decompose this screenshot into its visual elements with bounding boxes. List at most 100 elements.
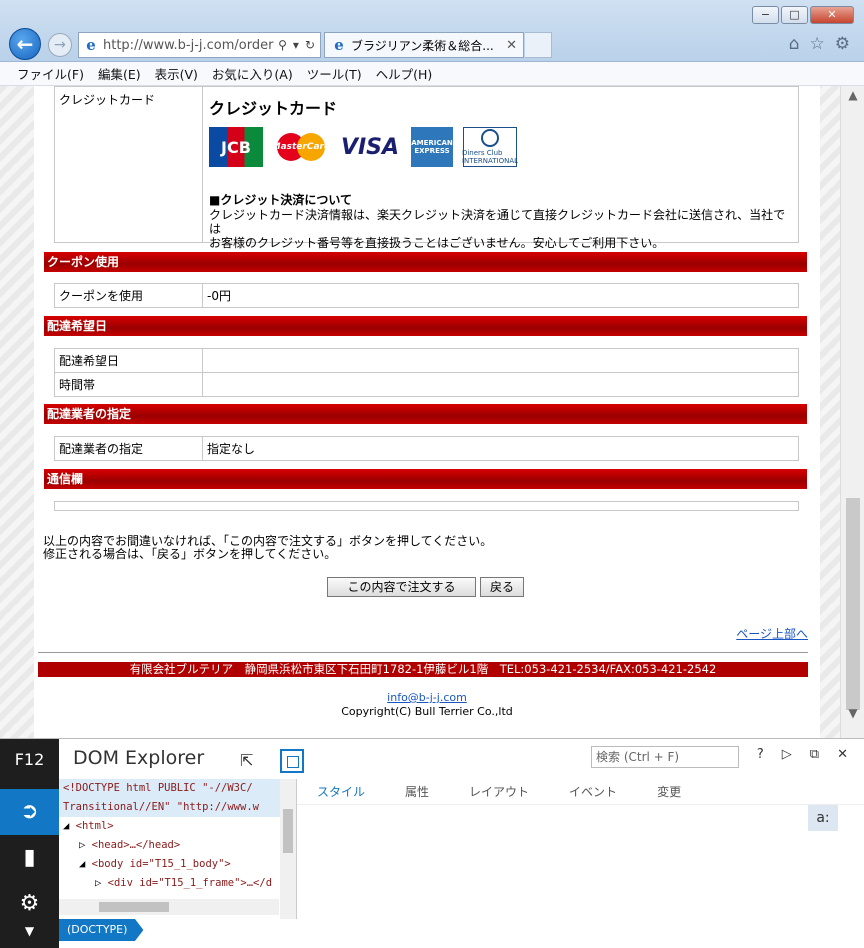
visa-logo: VISA <box>340 134 400 160</box>
dom-explorer-icon[interactable]: ➲ <box>0 789 59 835</box>
delivery-date-section-header: 配達希望日 <box>44 316 807 336</box>
ie-page-icon: e <box>86 36 96 54</box>
coupon-value: -0円 <box>207 289 231 303</box>
scroll-thumb[interactable] <box>846 498 860 710</box>
undock-icon[interactable]: ⧉ <box>810 747 819 762</box>
message-box <box>54 501 799 511</box>
more-tools-icon[interactable]: ▼ <box>0 917 59 945</box>
minimize-button[interactable]: − <box>752 6 779 24</box>
dom-line[interactable]: <!DOCTYPE html PUBLIC "-//W3C/ <box>59 779 296 798</box>
menu-view[interactable]: 表示(V) <box>148 64 205 83</box>
menu-help[interactable]: ヘルプ(H) <box>369 64 440 83</box>
page-top-link[interactable]: ページ上部へ <box>736 625 808 642</box>
pseudo-class-toggle[interactable]: a: <box>808 805 838 831</box>
footer-email-link[interactable]: info@b-j-j.com <box>34 691 820 704</box>
carrier-value: 指定なし <box>207 442 256 456</box>
menu-file[interactable]: ファイル(F) <box>10 64 91 83</box>
tab-title: ブラジリアン柔術＆総合... <box>351 38 494 53</box>
coupon-table: クーポンを使用 -0円 <box>54 283 799 308</box>
devtools-search-input[interactable]: 検索 (Ctrl + F) <box>591 746 739 768</box>
dom-tree-scrollbar[interactable] <box>280 779 296 919</box>
dom-line[interactable]: ▷ <div id="T15_1_frame">…</d <box>59 874 296 893</box>
jcb-logo: JCB <box>209 127 263 167</box>
dom-line[interactable]: ▷ <head>…</head> <box>59 836 296 855</box>
devtools-panel: F12 ➲ ▮ ⚙ ▼ DOM Explorer ⇱ 検索 (Ctrl + F)… <box>0 738 864 948</box>
back-icon[interactable]: ← <box>9 28 41 60</box>
tab-changes[interactable]: 変更 <box>637 779 701 804</box>
styles-body: a: <box>297 805 864 948</box>
f12-label: F12 <box>14 750 45 769</box>
place-order-button[interactable]: この内容で注文する <box>327 577 476 597</box>
payment-table: クレジットカード クレジットカード JCB MasterCard VISA AM… <box>54 86 799 250</box>
favorites-icon[interactable]: ☆ <box>810 34 825 54</box>
styles-tabs: スタイル 属性 レイアウト イベント 変更 <box>297 779 864 805</box>
new-tab-button[interactable] <box>525 32 552 58</box>
home-icon[interactable]: ⌂ <box>789 34 800 54</box>
address-bar[interactable]: e http://www.b-j-j.com/order ⚲ ▾ ↻ <box>78 32 321 58</box>
credit-note-line2: お客様のクレジット番号等を直接扱うことはございません。安心してご利用下さい。 <box>209 236 665 250</box>
menu-bar: ファイル(F) 編集(E) 表示(V) お気に入り(A) ツール(T) ヘルプ(… <box>0 62 864 86</box>
message-section-header: 通信欄 <box>44 469 807 489</box>
console-icon[interactable]: ▮ <box>0 835 59 881</box>
dom-line[interactable]: ◢ <body id="T15_1_body"> <box>59 855 296 874</box>
back-button[interactable]: 戻る <box>480 577 524 597</box>
amex-logo: AMERICAN EXPRESS <box>411 127 453 167</box>
credit-card-title: クレジットカード <box>209 99 338 118</box>
coupon-label: クーポンを使用 <box>55 284 203 307</box>
url-text[interactable]: http://www.b-j-j.com/order <box>103 38 273 53</box>
dom-breadcrumb[interactable]: (DOCTYPE) <box>59 919 144 941</box>
diners-logo: Diners Club INTERNATIONAL <box>462 127 518 167</box>
refresh-icon[interactable]: ↻ <box>305 38 315 52</box>
close-devtools-icon[interactable]: ✕ <box>837 747 848 762</box>
tab-favicon-icon: e <box>334 36 344 54</box>
highlight-elements-icon[interactable] <box>280 749 304 773</box>
instructions-line2: 修正される場合は、「戻る」ボタンを押してください。 <box>43 547 337 561</box>
close-button[interactable]: ✕ <box>810 6 854 24</box>
dropdown-icon[interactable]: ▾ <box>293 38 299 52</box>
dom-line[interactable]: Transitional//EN" "http://www.w <box>59 798 296 817</box>
scroll-down-icon[interactable]: ▼ <box>845 706 861 720</box>
menu-tools[interactable]: ツール(T) <box>300 64 369 83</box>
maximize-button[interactable]: □ <box>781 6 808 24</box>
search-icon[interactable]: ⚲ <box>278 38 287 52</box>
select-element-icon[interactable]: ⇱ <box>240 751 253 770</box>
styles-pane: スタイル 属性 レイアウト イベント 変更 a: <box>297 779 864 948</box>
scroll-up-icon[interactable]: ▲ <box>845 88 861 102</box>
tab-layout[interactable]: レイアウト <box>449 779 549 804</box>
tab-attributes[interactable]: 属性 <box>385 779 449 804</box>
devtools-title: DOM Explorer <box>73 747 205 769</box>
forward-icon[interactable]: → <box>48 33 72 57</box>
mastercard-logo: MasterCard <box>272 127 330 167</box>
carrier-table: 配達業者の指定 指定なし <box>54 436 799 461</box>
page-scrollbar[interactable]: ▲ ▼ <box>840 86 864 738</box>
card-logos: JCB MasterCard VISA AMERICAN EXPRESS Din… <box>209 127 792 167</box>
footer-address: 有限会社ブルテリア 静岡県浜松市東区下石田町1782-1伊藤ビル1階 TEL:0… <box>38 662 808 677</box>
credit-note-heading: ■クレジット決済について <box>209 193 352 207</box>
delivery-date-value <box>203 349 798 372</box>
delivery-date-label: 配達希望日 <box>55 349 203 372</box>
coupon-section-header: クーポン使用 <box>44 252 807 272</box>
settings-icon[interactable]: ⚙ <box>835 34 850 54</box>
browser-titlebar: − □ ✕ ← → e http://www.b-j-j.com/order ⚲… <box>0 0 864 62</box>
dom-tree[interactable]: <!DOCTYPE html PUBLIC "-//W3C/ Transitio… <box>59 779 297 919</box>
devtools-sidebar: F12 ➲ ▮ ⚙ ▼ <box>0 739 59 948</box>
dom-tree-hscrollbar[interactable] <box>59 899 279 915</box>
dom-line[interactable]: ◢ <html> <box>59 817 296 836</box>
footer-divider <box>38 652 808 653</box>
page-viewport: クレジットカード クレジットカード JCB MasterCard VISA AM… <box>0 86 840 738</box>
menu-edit[interactable]: 編集(E) <box>91 64 148 83</box>
menu-favorites[interactable]: お気に入り(A) <box>205 64 300 83</box>
instructions: 以上の内容でお間違いなければ、「この内容で注文する」ボタンを押してください。 修… <box>43 535 492 561</box>
tab-styles[interactable]: スタイル <box>297 779 385 804</box>
tab-events[interactable]: イベント <box>549 779 637 804</box>
delivery-date-table: 配達希望日 時間帯 <box>54 348 799 397</box>
payment-value: クレジットカード JCB MasterCard VISA AMERICAN EX… <box>203 87 798 250</box>
window-controls: − □ ✕ <box>752 6 854 24</box>
browser-tab[interactable]: e ブラジリアン柔術＆総合... ✕ <box>324 32 524 58</box>
tab-close-icon[interactable]: ✕ <box>506 38 523 53</box>
run-icon[interactable]: ▷ <box>782 747 792 762</box>
carrier-label: 配達業者の指定 <box>55 437 203 460</box>
carrier-section-header: 配達業者の指定 <box>44 404 807 424</box>
help-icon[interactable]: ? <box>757 747 764 762</box>
credit-note-line1: クレジットカード決済情報は、楽天クレジット決済を通じて直接クレジットカード会社に… <box>209 208 786 236</box>
